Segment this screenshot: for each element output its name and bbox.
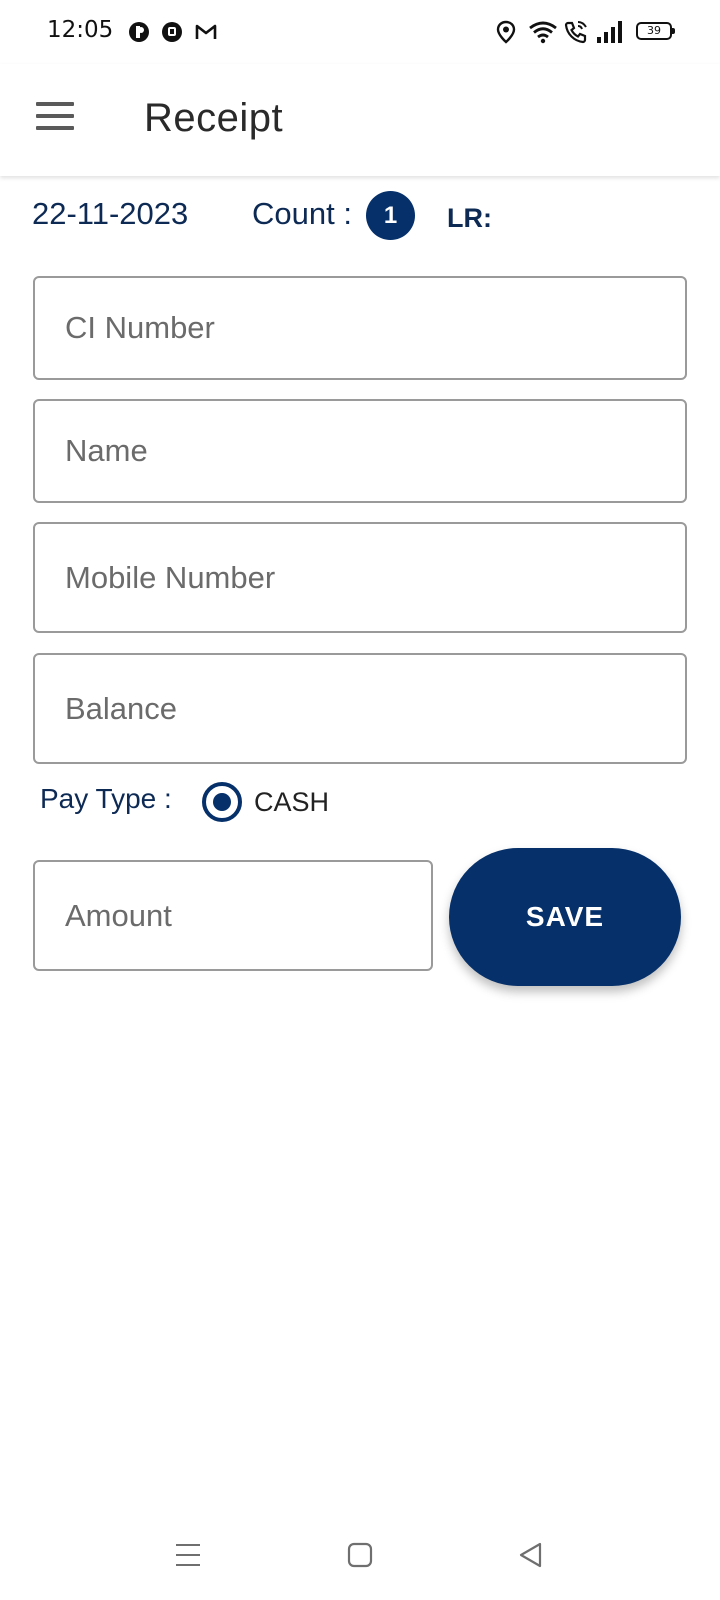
menu-icon[interactable]	[36, 102, 76, 132]
radio-selected-dot	[213, 793, 231, 811]
ci-number-input[interactable]	[35, 278, 685, 378]
count-badge: 1	[366, 191, 415, 240]
status-bar: 12:05 39	[0, 0, 720, 64]
location-icon	[496, 20, 516, 44]
date-text: 22-11-2023	[32, 196, 189, 231]
recents-icon[interactable]	[174, 1542, 202, 1568]
cash-radio-button[interactable]	[202, 782, 242, 822]
mobile-number-input[interactable]	[35, 524, 685, 631]
home-icon[interactable]	[347, 1542, 373, 1568]
ci-number-field	[33, 276, 687, 380]
lr-label: LR:	[447, 203, 492, 233]
count-label: Count :	[252, 196, 352, 231]
info-row: 22-11-2023 Count : 1 LR:	[0, 190, 720, 246]
balance-field	[33, 653, 687, 764]
save-button[interactable]: SAVE	[449, 848, 681, 986]
wifi-call-icon	[564, 21, 587, 44]
amount-input[interactable]	[35, 862, 431, 969]
receipt-screen: 12:05 39 Receipt 22-11-2023 Count: 1 LR…	[0, 0, 720, 1600]
status-time: 12:05	[47, 17, 114, 43]
battery-icon: 39	[636, 22, 675, 40]
mobile-number-field	[33, 522, 687, 633]
name-input[interactable]	[35, 401, 685, 501]
circle-dark-icon	[129, 22, 149, 42]
amount-field	[33, 860, 433, 971]
balance-input[interactable]	[35, 655, 685, 762]
name-field	[33, 399, 687, 503]
page-title: Receipt	[144, 96, 284, 140]
app-bar: Receipt	[0, 64, 720, 176]
signal-icon	[597, 21, 622, 43]
gmail-icon	[195, 24, 217, 39]
system-nav-bar	[0, 1530, 720, 1590]
circle-dark-icon	[162, 22, 182, 42]
wifi-icon	[529, 21, 557, 44]
pay-type-label: Pay Type :	[40, 783, 172, 814]
cash-radio-label[interactable]: CASH	[254, 787, 329, 818]
back-icon[interactable]	[518, 1542, 544, 1568]
